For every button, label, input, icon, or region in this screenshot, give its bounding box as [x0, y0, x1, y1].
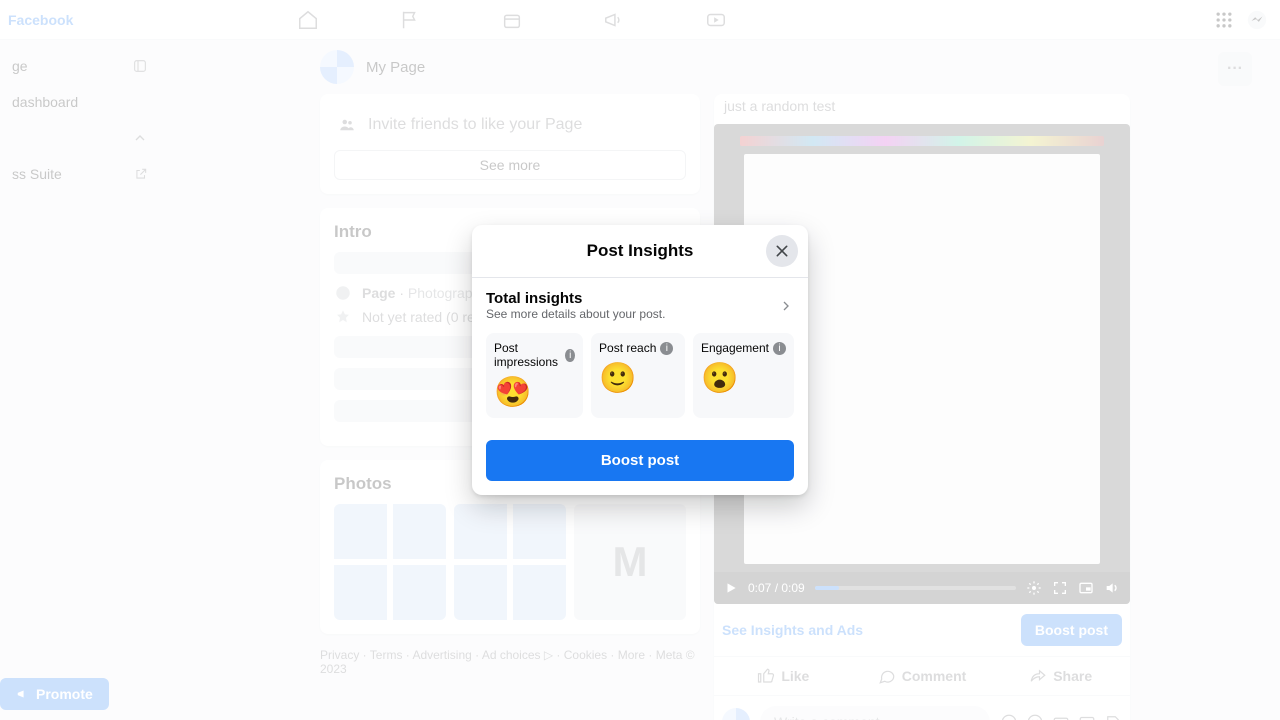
metric-engagement[interactable]: Engagement i 😮 — [693, 333, 794, 418]
metric-label: Post impressions — [494, 341, 561, 369]
metric-reach[interactable]: Post reach i 🙂 — [591, 333, 685, 418]
total-insights-sub: See more details about your post. — [486, 307, 665, 321]
boost-post-button[interactable]: Boost post — [486, 440, 794, 481]
post-insights-modal: Post Insights Total insights See more de… — [472, 225, 808, 495]
metric-label: Engagement — [701, 341, 769, 355]
modal-title: Post Insights — [484, 241, 796, 261]
metric-emoji: 🙂 — [599, 361, 677, 396]
metric-emoji: 😮 — [701, 361, 786, 396]
total-insights-row[interactable]: Total insights See more details about yo… — [486, 290, 794, 321]
info-icon[interactable]: i — [660, 342, 673, 355]
close-button[interactable] — [766, 235, 798, 267]
metric-impressions[interactable]: Post impressions i 😍 — [486, 333, 583, 418]
modal-overlay[interactable]: Post Insights Total insights See more de… — [0, 0, 1280, 720]
chevron-right-icon — [778, 298, 794, 314]
info-icon[interactable]: i — [565, 349, 575, 362]
close-icon — [774, 243, 790, 259]
metrics-row: Post impressions i 😍 Post reach i 🙂 Engage… — [486, 333, 794, 418]
metric-emoji: 😍 — [494, 375, 575, 410]
total-insights-title: Total insights — [486, 290, 665, 307]
modal-header: Post Insights — [472, 225, 808, 278]
metric-label: Post reach — [599, 341, 656, 355]
info-icon[interactable]: i — [773, 342, 786, 355]
modal-footer: Boost post — [472, 430, 808, 495]
modal-body: Total insights See more details about yo… — [472, 278, 808, 430]
